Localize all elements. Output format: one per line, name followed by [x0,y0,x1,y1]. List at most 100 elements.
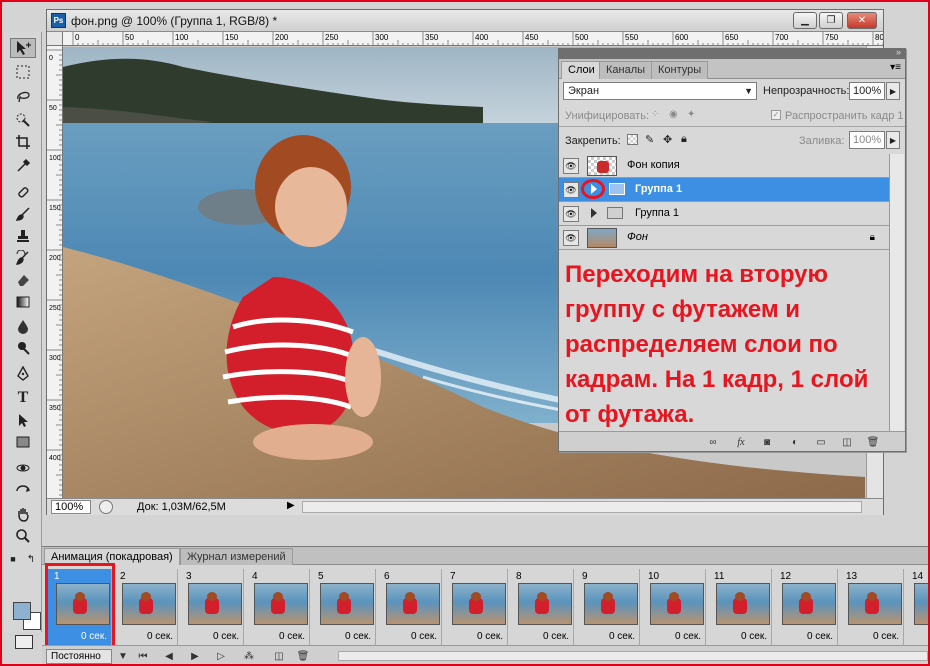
zoom-level-field[interactable]: 100% [51,500,91,514]
lock-all-icon[interactable]: 🔒︎ [681,133,687,146]
dodge-tool-icon[interactable] [10,338,36,358]
collapse-panel-icon[interactable]: » [896,47,901,57]
frame-delay[interactable]: 0 сек. [609,631,635,642]
delete-layer-icon[interactable]: 🗑︎ [865,435,881,449]
layer-row[interactable]: 👁︎ Группа 1 [559,202,889,226]
status-clock-icon[interactable] [99,500,113,514]
animation-frame[interactable]: 11 0 сек. [708,569,772,645]
expand-group-icon[interactable] [591,208,597,218]
animation-frame[interactable]: 4 0 сек. [246,569,310,645]
rectangle-tool-icon[interactable] [10,432,36,452]
blend-mode-select[interactable]: Экран ▼ [563,82,757,100]
layer-row[interactable]: 👁︎ Группа 1 [559,178,889,202]
new-group-icon[interactable]: ▭ [813,435,829,449]
previous-frame-icon[interactable]: ◀ [160,649,178,664]
minimize-button[interactable]: ▁ [793,12,817,29]
adjustment-layer-icon[interactable]: ◐ [787,435,803,449]
frame-delay[interactable]: 0 сек. [741,631,767,642]
crop-tool-icon[interactable] [10,132,36,152]
unify-visibility-icon[interactable]: ◉ [669,109,678,120]
frame-delay[interactable]: 0 сек. [477,631,503,642]
frame-delay[interactable]: 0 сек. [411,631,437,642]
visibility-eye-icon[interactable]: 👁︎ [563,182,579,198]
lock-position-icon[interactable]: ✥ [663,133,672,146]
3d-orbit-tool-icon[interactable] [10,480,36,500]
animation-frame[interactable]: 7 0 сек. [444,569,508,645]
animation-frame[interactable]: 6 0 сек. [378,569,442,645]
ruler-corner[interactable] [47,32,63,46]
lock-pixels-icon[interactable]: ✎ [645,133,654,146]
frame-delay[interactable]: 0 сек. [147,631,173,642]
propagate-checkbox[interactable]: ✓ [771,110,781,120]
foreground-color-swatch[interactable] [13,602,31,620]
layer-row[interactable]: 👁︎ Фон копия [559,154,889,178]
document-title-bar[interactable]: Ps фон.png @ 100% (Группа 1, RGB/8) * ▁ … [47,10,883,32]
blur-tool-icon[interactable] [10,316,36,336]
marquee-tool-icon[interactable] [10,62,36,82]
tab-channels[interactable]: Каналы [599,61,653,79]
quick-mask-icon[interactable] [15,635,33,649]
next-frame-icon[interactable]: ▷ [212,649,230,664]
first-frame-icon[interactable]: ⏮ [134,649,152,664]
eyedropper-tool-icon[interactable] [10,156,36,176]
lock-transparency-icon[interactable] [627,134,638,145]
ruler-left[interactable]: 0 50 100 150 200 250 300 350 400 [47,46,63,498]
panel-dock-bar[interactable]: » [559,47,905,59]
type-tool-icon[interactable]: T [10,388,36,408]
history-brush-tool-icon[interactable] [10,248,36,268]
loop-options-select[interactable]: Постоянно [46,649,112,664]
visibility-eye-icon[interactable]: 👁︎ [563,158,579,174]
gradient-tool-icon[interactable] [10,292,36,312]
restore-button[interactable]: ❐ [819,12,843,29]
frame-delay[interactable]: 0 сек. [213,631,239,642]
default-colors-icon[interactable]: ■ [6,552,20,566]
visibility-eye-icon[interactable]: 👁︎ [563,230,579,246]
fill-field[interactable]: 100% [849,131,885,149]
tween-icon[interactable]: ⁂ [240,649,258,664]
animation-frame[interactable]: 12 0 сек. [774,569,838,645]
frame-delay[interactable]: 0 сек. [675,631,701,642]
clone-stamp-tool-icon[interactable] [10,226,36,246]
animation-frame[interactable]: 9 0 сек. [576,569,640,645]
animation-frame[interactable]: 3 0 сек. [180,569,244,645]
ruler-top[interactable]: 0 50 100 150 200 250 300 350 400 450 500 550 600 650 7… [63,32,883,46]
layer-row[interactable]: 👁︎ Фон 🔒︎ [559,226,889,250]
animation-frame[interactable]: 13 0 сек. [840,569,904,645]
hand-tool-icon[interactable] [10,504,36,524]
healing-brush-tool-icon[interactable] [10,182,36,202]
layer-style-icon[interactable]: fx [733,435,749,449]
frame-delay[interactable]: 0 сек. [543,631,569,642]
visibility-eye-icon[interactable]: 👁︎ [563,206,579,222]
frame-delay[interactable]: 0 сек. [873,631,899,642]
pen-tool-icon[interactable] [10,364,36,384]
3d-rotate-tool-icon[interactable] [10,458,36,478]
horizontal-scrollbar[interactable] [302,501,862,513]
animation-frame[interactable]: 10 0 сек. [642,569,706,645]
panel-menu-icon[interactable]: ▾≡ [890,62,901,73]
brush-tool-icon[interactable] [10,204,36,224]
swap-colors-icon[interactable]: ↰ [24,552,38,566]
animation-frame[interactable]: 5 0 сек. [312,569,376,645]
lasso-tool-icon[interactable] [10,86,36,106]
opacity-slider-arrow-icon[interactable]: ▶ [886,82,900,100]
tab-layers[interactable]: Слои [561,61,602,79]
eraser-tool-icon[interactable] [10,270,36,290]
path-selection-tool-icon[interactable] [10,410,36,430]
frames-scrollbar[interactable] [338,651,928,661]
close-button[interactable]: ✕ [847,12,877,29]
quick-selection-tool-icon[interactable] [10,110,36,130]
add-mask-icon[interactable]: ◙ [759,435,775,449]
duplicate-frame-icon[interactable]: ◫ [270,649,288,664]
tab-measurement-log[interactable]: Журнал измерений [180,548,293,565]
status-menu-arrow-icon[interactable]: ▶ [287,500,295,511]
new-layer-icon[interactable]: ◫ [839,435,855,449]
frame-delay[interactable]: 0 сек. [345,631,371,642]
animation-frame[interactable]: 140 сек. [906,569,928,645]
tab-paths[interactable]: Контуры [651,61,709,79]
delete-frame-icon[interactable]: 🗑︎ [294,649,312,664]
frame-delay[interactable]: 0 сек. [279,631,305,642]
link-layers-icon[interactable]: ∞ [705,435,721,449]
play-icon[interactable]: ▶ [186,649,204,664]
animation-frame[interactable]: 8 0 сек. [510,569,574,645]
move-tool-icon[interactable] [10,38,36,58]
